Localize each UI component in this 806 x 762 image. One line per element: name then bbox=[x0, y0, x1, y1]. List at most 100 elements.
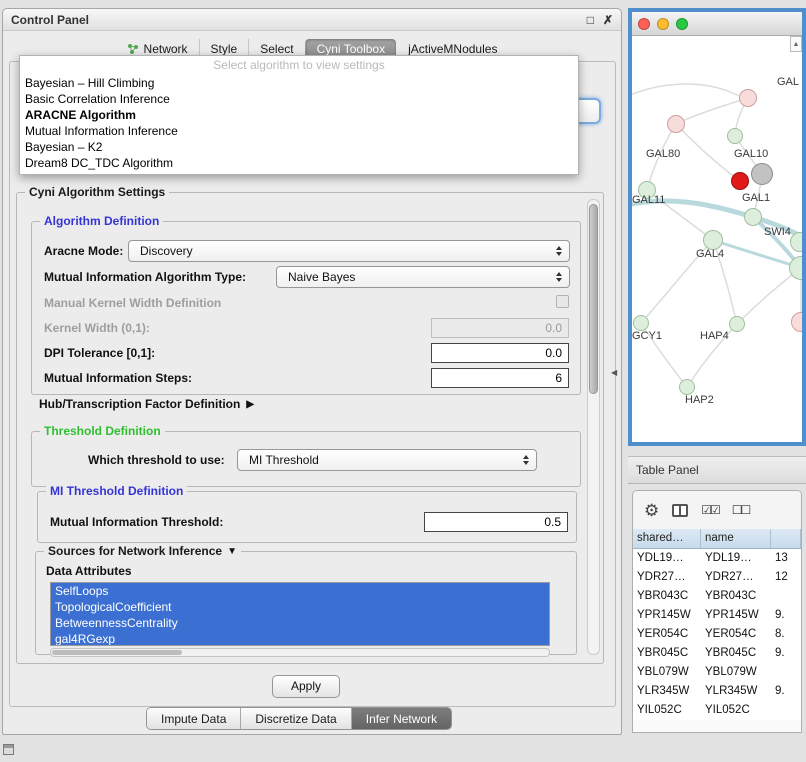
network-node[interactable] bbox=[729, 316, 745, 332]
combobox-value: Naive Bayes bbox=[288, 270, 355, 284]
network-view-window: GAL GAL80 GAL10 GAL11 GAL1 SWI4 GAL4 GCY… bbox=[628, 8, 806, 446]
table-header: shared… name bbox=[633, 529, 801, 549]
cell: YDR27… bbox=[701, 568, 771, 587]
dpi-tolerance-label: DPI Tolerance [0,1]: bbox=[44, 346, 155, 360]
columns-icon[interactable] bbox=[672, 504, 688, 517]
expand-right-icon: ▶ bbox=[246, 399, 254, 410]
network-node[interactable] bbox=[667, 115, 685, 133]
table-panel-title: Table Panel bbox=[636, 463, 699, 477]
tab-impute-data[interactable]: Impute Data bbox=[147, 708, 240, 729]
list-item[interactable]: SelfLoops bbox=[51, 583, 549, 599]
cell bbox=[771, 663, 801, 682]
group-title: Threshold Definition bbox=[40, 424, 165, 438]
tab-infer-network[interactable]: Infer Network bbox=[351, 708, 451, 729]
group-title: Algorithm Definition bbox=[40, 214, 163, 228]
hub-definition-section[interactable]: Hub/Transcription Factor Definition ▶ bbox=[39, 397, 254, 411]
combobox-value: MI Threshold bbox=[249, 453, 319, 467]
column-header[interactable]: name bbox=[701, 529, 771, 548]
mi-threshold-label: Mutual Information Threshold: bbox=[50, 515, 223, 529]
table-row[interactable]: YER054CYER054C8. bbox=[633, 625, 801, 644]
mi-steps-field[interactable]: 6 bbox=[431, 368, 569, 388]
zoom-button[interactable] bbox=[676, 18, 688, 30]
scrollbar-thumb[interactable] bbox=[52, 650, 182, 655]
table-row[interactable]: YBL079WYBL079W bbox=[633, 663, 801, 682]
network-node[interactable] bbox=[679, 379, 695, 395]
cell: 9. bbox=[771, 606, 801, 625]
mi-steps-label: Mutual Information Steps: bbox=[44, 371, 192, 385]
cell: YLR345W bbox=[633, 682, 701, 701]
mi-algorithm-type-combobox[interactable]: Naive Bayes bbox=[276, 266, 570, 288]
table-row[interactable]: YBR045CYBR045C9. bbox=[633, 644, 801, 663]
manual-kernel-label: Manual Kernel Width Definition bbox=[44, 296, 221, 310]
dropdown-item[interactable]: Bayesian – K2 bbox=[20, 139, 578, 155]
mi-threshold-definition-group: MI Threshold Definition Mutual Informati… bbox=[37, 491, 577, 543]
group-title: MI Threshold Definition bbox=[46, 484, 187, 498]
network-canvas[interactable]: GAL GAL80 GAL10 GAL11 GAL1 SWI4 GAL4 GCY… bbox=[632, 36, 802, 441]
dropdown-item-selected[interactable]: ARACNE Algorithm bbox=[20, 107, 578, 123]
table-panel-body: ⚙ ☑☑ ☐☐ shared… name YDL19…YDL19…13 YDR2… bbox=[632, 490, 802, 733]
network-node[interactable] bbox=[731, 172, 749, 190]
column-header[interactable]: shared… bbox=[633, 529, 701, 548]
gear-icon[interactable]: ⚙ bbox=[644, 502, 659, 519]
close-button[interactable] bbox=[638, 18, 650, 30]
close-window-icon[interactable]: ✗ bbox=[603, 14, 613, 26]
dpi-tolerance-field[interactable]: 0.0 bbox=[431, 343, 569, 363]
control-panel-window: Control Panel □ ✗ Network Style Select bbox=[2, 8, 622, 735]
which-threshold-label: Which threshold to use: bbox=[88, 453, 225, 467]
network-node[interactable] bbox=[703, 230, 723, 250]
float-window-icon[interactable]: □ bbox=[587, 14, 594, 26]
node-label: GAL bbox=[777, 76, 799, 88]
sources-section[interactable]: Sources for Network Inference ▼ bbox=[44, 544, 241, 558]
network-node[interactable] bbox=[739, 89, 757, 107]
deselect-all-checks-icon[interactable]: ☐☐ bbox=[732, 503, 750, 517]
dropdown-item[interactable]: Dream8 DC_TDC Algorithm bbox=[20, 155, 578, 171]
column-header[interactable] bbox=[771, 529, 801, 548]
mi-threshold-field[interactable]: 0.5 bbox=[424, 512, 568, 532]
dropdown-item[interactable]: Mutual Information Inference bbox=[20, 123, 578, 139]
table-row[interactable]: YDL19…YDL19…13 bbox=[633, 549, 801, 568]
algorithm-definition-group: Algorithm Definition Aracne Mode: Discov… bbox=[31, 221, 581, 395]
cell: YBR045C bbox=[633, 644, 701, 663]
cell: YBL079W bbox=[701, 663, 771, 682]
table-row[interactable]: YBR043CYBR043C bbox=[633, 587, 801, 606]
table-row[interactable]: YIL052CYIL052C bbox=[633, 701, 801, 720]
select-all-checks-icon[interactable]: ☑☑ bbox=[701, 503, 719, 517]
table-row[interactable]: YDR27…YDR27…12 bbox=[633, 568, 801, 587]
combobox-arrows-icon bbox=[552, 246, 569, 256]
mi-type-label: Mutual Information Algorithm Type: bbox=[44, 270, 246, 284]
dropdown-item[interactable]: Bayesian – Hill Climbing bbox=[20, 75, 578, 91]
list-item[interactable]: TopologicalCoefficient bbox=[51, 599, 549, 615]
table-row[interactable]: YLR345WYLR345W9. bbox=[633, 682, 801, 701]
network-node[interactable] bbox=[744, 208, 762, 226]
dropdown-item[interactable]: Basic Correlation Inference bbox=[20, 91, 578, 107]
table-row[interactable]: YPR145WYPR145W9. bbox=[633, 606, 801, 625]
cell: 8. bbox=[771, 625, 801, 644]
network-node[interactable] bbox=[751, 163, 773, 185]
tab-label: Cyni Toolbox bbox=[317, 42, 385, 56]
algorithm-dropdown-popup: Select algorithm to view settings Bayesi… bbox=[19, 55, 579, 175]
node-label: GAL1 bbox=[742, 192, 770, 204]
scroll-up-button[interactable]: ▲ bbox=[790, 36, 802, 52]
cyni-algorithm-settings-group: Cyni Algorithm Settings Algorithm Defini… bbox=[16, 192, 604, 664]
network-node[interactable] bbox=[727, 128, 743, 144]
settings-vertical-scrollbar[interactable] bbox=[587, 199, 600, 655]
tab-label: Network bbox=[144, 42, 188, 56]
aracne-mode-combobox[interactable]: Discovery bbox=[128, 240, 570, 262]
kernel-width-field[interactable]: 0.0 bbox=[431, 318, 569, 338]
scrollbar-thumb[interactable] bbox=[589, 204, 598, 394]
apply-button[interactable]: Apply bbox=[272, 675, 340, 698]
horizontal-scrollbar[interactable] bbox=[50, 648, 550, 657]
splitter-collapse-button[interactable]: ◀ bbox=[611, 368, 617, 377]
list-item[interactable]: gal4RGexp bbox=[51, 631, 549, 646]
network-node[interactable] bbox=[633, 315, 649, 331]
list-item[interactable]: BetweennessCentrality bbox=[51, 615, 549, 631]
node-label: HAP2 bbox=[685, 394, 714, 406]
network-window-titlebar bbox=[632, 12, 802, 36]
which-threshold-combobox[interactable]: MI Threshold bbox=[237, 449, 537, 471]
docked-panel-icon[interactable] bbox=[3, 744, 14, 755]
data-attributes-label: Data Attributes bbox=[46, 564, 132, 578]
manual-kernel-checkbox[interactable] bbox=[556, 295, 569, 308]
minimize-button[interactable] bbox=[657, 18, 669, 30]
tab-discretize-data[interactable]: Discretize Data bbox=[240, 708, 350, 729]
table-panel: Table Panel ⚙ ☑☑ ☐☐ shared… name YDL19…Y… bbox=[628, 456, 806, 737]
